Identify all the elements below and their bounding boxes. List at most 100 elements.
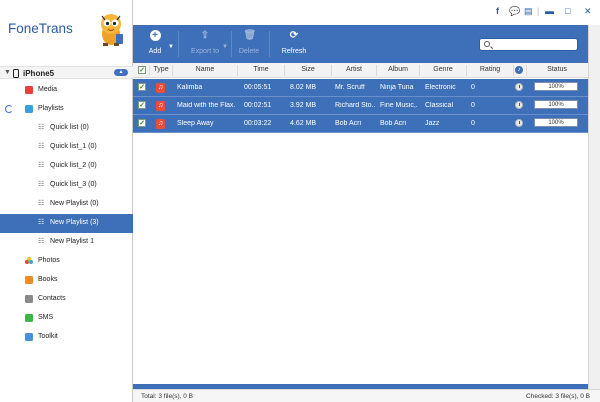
column-header-artist[interactable]: Artist (332, 66, 376, 73)
search-box[interactable] (479, 38, 578, 51)
sidebar-item-label: Media (38, 86, 58, 93)
music-file-icon: ♫ (156, 83, 165, 93)
media-icon (25, 86, 33, 94)
clock-icon (515, 83, 523, 91)
checked-files-text: Checked: 3 file(s), 0 B (526, 393, 590, 400)
sidebar-item-books[interactable]: Books (0, 271, 133, 290)
refresh-button[interactable]: ⟳ Refresh (279, 25, 309, 63)
sidebar-item-label: Toolkit (38, 333, 58, 340)
music-file-icon: ♫ (156, 101, 165, 111)
table-header: ✓ Type Name Time Size Artist Album Genre… (133, 63, 588, 78)
cell-name: Maid with the Flax... (177, 102, 235, 109)
cell-album: Fine Music,... (380, 102, 418, 109)
sidebar-item-label: Contacts (38, 295, 66, 302)
toolkit-icon (25, 333, 33, 341)
table-row[interactable]: ✓ ♫ Maid with the Flax... 00:02:51 3.92 … (133, 97, 588, 115)
contacts-icon (25, 295, 33, 303)
sidebar-item-new-playlist-1[interactable]: ☷ New Playlist 1 (0, 233, 133, 252)
column-header-genre[interactable]: Genre (420, 66, 466, 73)
row-checkbox[interactable]: ✓ (138, 119, 146, 127)
list-icon: ☷ (38, 181, 45, 188)
search-icon (484, 41, 490, 47)
status-bar: Total: 3 file(s), 0 B Checked: 3 file(s)… (133, 389, 600, 402)
facebook-icon[interactable]: f (496, 6, 499, 16)
photos-icon (25, 257, 33, 264)
cell-artist: Bob Acri (335, 120, 362, 127)
column-header-rating[interactable]: Rating (467, 66, 513, 73)
delete-label: Delete (238, 48, 260, 55)
column-header-name[interactable]: Name (173, 66, 237, 73)
sidebar-item-new-playlist-0[interactable]: ☷ New Playlist (0) (0, 195, 133, 214)
close-icon[interactable]: ✕ (584, 6, 592, 16)
sidebar-item-quick-list-2[interactable]: ☷ Quick list_2 (0) (0, 157, 133, 176)
sidebar-item-contacts[interactable]: Contacts (0, 290, 133, 309)
export-dropdown-icon[interactable]: ▼ (222, 44, 228, 50)
sidebar-item-label: Quick list_2 (0) (50, 162, 97, 169)
maximize-icon[interactable]: □ (565, 6, 570, 16)
app-logo-text: FoneTrans (8, 21, 73, 36)
delete-button[interactable]: 🗑 Delete (234, 25, 264, 63)
column-header-album[interactable]: Album (377, 66, 419, 73)
sidebar-item-quick-list-3[interactable]: ☷ Quick list_3 (0) (0, 176, 133, 195)
sidebar-item-sms[interactable]: SMS (0, 309, 133, 328)
left-pane: FoneTrans ▼ iPhone5 ▲ Media Playlists ☷ … (0, 0, 133, 402)
column-header-type[interactable]: Type (151, 66, 171, 73)
menu-icon[interactable]: ▤ (524, 6, 533, 16)
search-input[interactable] (493, 40, 575, 49)
minimize-icon[interactable]: ▬ (545, 6, 554, 16)
column-divider (149, 65, 150, 76)
sidebar-item-media[interactable]: Media (0, 81, 133, 100)
chat-icon[interactable]: 💬 (509, 6, 520, 16)
sidebar-item-label: Quick list (0) (50, 124, 89, 131)
music-file-icon: ♫ (156, 119, 165, 129)
add-button[interactable]: + Add (141, 25, 169, 63)
cell-name: Sleep Away (177, 120, 214, 127)
playlist-icon (25, 105, 33, 113)
sms-icon (25, 314, 33, 322)
add-label: Add (148, 48, 162, 55)
cell-size: 8.02 MB (290, 84, 317, 91)
sidebar-item-new-playlist-3[interactable]: ☷ New Playlist (3) (0, 214, 133, 233)
device-row[interactable]: ▼ iPhone5 ▲ (0, 66, 133, 79)
cell-album: Bob Acri (380, 120, 407, 127)
sidebar-item-label: Quick list_1 (0) (50, 143, 97, 150)
cell-genre: Classical (425, 102, 454, 109)
mascot-logo-icon (101, 14, 123, 46)
cell-size: 3.92 MB (290, 102, 317, 109)
right-scroll-gutter (588, 25, 600, 402)
cell-artist: Richard Sto... (335, 102, 375, 109)
music-note-icon: ♪ (515, 66, 523, 74)
export-icon: ⇪ (200, 30, 210, 41)
status-progress: 100% (534, 118, 578, 127)
status-progress: 100% (534, 82, 578, 91)
sidebar-item-playlists[interactable]: Playlists (0, 100, 133, 119)
column-header-size[interactable]: Size (285, 66, 331, 73)
sidebar-item-label: New Playlist (3) (50, 219, 99, 226)
device-name: iPhone5 (23, 69, 55, 78)
table-row[interactable]: ✓ ♫ Kalimba 00:05:51 8.02 MB Mr. Scruff … (133, 79, 588, 97)
eject-icon[interactable]: ▲ (114, 69, 128, 76)
refresh-icon: ⟳ (289, 30, 299, 41)
sidebar-item-label: New Playlist (0) (50, 200, 99, 207)
collapse-arrow-icon[interactable]: ▼ (4, 69, 11, 76)
add-dropdown-icon[interactable]: ▼ (168, 44, 174, 50)
export-label: Export to (190, 48, 219, 55)
column-header-status[interactable]: Status (527, 66, 587, 73)
table-row[interactable]: ✓ ♫ Sleep Away 00:03:22 4.62 MB Bob Acri… (133, 115, 588, 133)
cell-genre: Electronic (425, 84, 456, 91)
row-checkbox[interactable]: ✓ (138, 83, 146, 91)
sidebar-item-label: New Playlist 1 (50, 238, 94, 245)
sidebar-item-quick-list[interactable]: ☷ Quick list (0) (0, 119, 133, 138)
cell-genre: Jazz (425, 120, 440, 127)
add-icon: + (149, 30, 161, 41)
row-checkbox[interactable]: ✓ (138, 101, 146, 109)
column-header-time[interactable]: Time (238, 66, 284, 73)
sidebar-item-photos[interactable]: Photos (0, 252, 133, 271)
select-all-checkbox[interactable]: ✓ (138, 66, 146, 74)
export-button[interactable]: ⇪ Export to (185, 25, 225, 63)
sidebar-item-toolkit[interactable]: Toolkit (0, 328, 133, 347)
sidebar-item-quick-list-1[interactable]: ☷ Quick list_1 (0) (0, 138, 133, 157)
cell-time: 00:05:51 (244, 84, 272, 91)
books-icon (25, 276, 33, 284)
list-icon: ☷ (38, 238, 45, 245)
